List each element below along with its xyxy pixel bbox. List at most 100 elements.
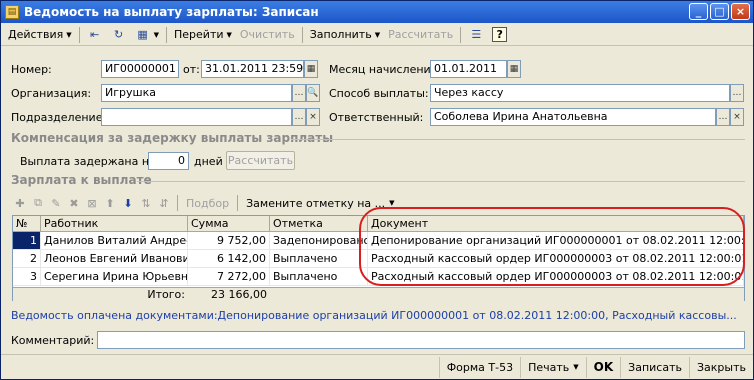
number-label: Номер: xyxy=(11,63,52,76)
calendar-icon[interactable]: ▦ xyxy=(507,60,521,78)
back-button[interactable]: ⇤ xyxy=(83,25,107,44)
compensation-calculate-button[interactable]: Рассчитать xyxy=(226,151,295,170)
compensation-section-title: Компенсация за задержку выплаты зарплаты xyxy=(11,131,334,145)
chevron-down-icon: ▼ xyxy=(374,30,381,39)
toolbar-divider xyxy=(301,26,303,43)
calculate-button[interactable]: Рассчитать xyxy=(384,25,457,44)
select-button[interactable]: Подбор xyxy=(183,197,232,210)
select-ellipsis-icon[interactable]: … xyxy=(716,108,730,126)
arrow-left-icon: ⇤ xyxy=(90,28,100,41)
end-edit-icon[interactable]: ⊠ xyxy=(84,195,100,211)
fill-menu[interactable]: Заполнить ▼ xyxy=(306,25,384,44)
list-settings-icon: ☰ xyxy=(471,28,482,41)
clear-field-icon[interactable]: × xyxy=(306,108,320,126)
calculate-label: Рассчитать xyxy=(388,28,454,41)
edit-row-icon[interactable]: ✎ xyxy=(48,195,64,211)
date-field[interactable]: 31.01.2011 23:59:59 xyxy=(201,60,304,78)
title-bar: ▤ Ведомость на выплату зарплаты: Записан… xyxy=(1,1,753,23)
close-window-button[interactable]: × xyxy=(731,3,750,20)
sum-cell: 7 272,00 xyxy=(188,268,270,285)
sum-cell: 9 752,00 xyxy=(188,232,270,249)
comment-label: Комментарий: xyxy=(11,334,95,347)
select-ellipsis-icon[interactable]: … xyxy=(292,84,306,102)
document-cell: Расходный кассовый ордер ИГ000000003 от … xyxy=(368,250,744,267)
close-button[interactable]: Закрыть xyxy=(689,356,753,378)
worker-cell: Серегина Ирина Юрьевна xyxy=(41,268,188,285)
chevron-down-icon: ▼ xyxy=(226,30,232,39)
sort-asc-icon[interactable]: ⇅ xyxy=(138,195,154,211)
salary-table: № Работник Сумма Отметка Документ 1 Дани… xyxy=(12,215,745,301)
chevron-down-icon: ▼ xyxy=(153,30,159,39)
number-field[interactable]: ИГ00000001 xyxy=(101,60,179,78)
paid-info-link[interactable]: Ведомость оплачена документами:Депониров… xyxy=(11,309,745,322)
mark-cell: Выплачено xyxy=(270,268,368,285)
organization-field[interactable]: Игрушка xyxy=(101,84,292,102)
settings-button[interactable]: ☰ xyxy=(464,25,488,44)
division-label: Подразделение: xyxy=(11,111,107,124)
clear-field-icon[interactable]: × xyxy=(730,108,744,126)
save-button[interactable]: Записать xyxy=(620,356,689,378)
chevron-down-icon: ▼ xyxy=(66,30,72,39)
col-header-worker[interactable]: Работник xyxy=(41,216,188,231)
month-field[interactable]: 01.01.2011 xyxy=(430,60,507,78)
structure-button[interactable]: ▦ ▼ xyxy=(131,25,163,44)
mark-cell: Задепонировано xyxy=(270,232,368,249)
print-menu[interactable]: Печать ▼ xyxy=(520,356,586,378)
salary-section-title: Зарплата к выплате xyxy=(11,173,152,187)
replace-mark-menu[interactable]: Замените отметку на ... ▼ xyxy=(243,197,397,210)
col-header-document[interactable]: Документ xyxy=(368,216,744,231)
actions-label: Действия xyxy=(8,28,64,41)
footer-spacer xyxy=(13,288,41,301)
maximize-button[interactable]: □ xyxy=(710,3,729,20)
open-link-icon[interactable]: 🔍 xyxy=(306,84,320,102)
move-up-icon[interactable]: ⬆ xyxy=(102,195,118,211)
form-label: Форма Т-53 xyxy=(446,360,514,374)
clear-button[interactable]: Очистить xyxy=(236,25,299,44)
payment-method-field[interactable]: Через кассу xyxy=(430,84,730,102)
minimize-button[interactable]: _ xyxy=(689,3,708,20)
actions-menu[interactable]: Действия ▼ xyxy=(4,25,76,44)
bottom-bar: Форма Т-53 Печать ▼ OK Записать Закрыть xyxy=(1,354,753,379)
date-label: от: xyxy=(183,63,200,76)
select-ellipsis-icon[interactable]: … xyxy=(730,84,744,102)
ok-button[interactable]: OK xyxy=(585,356,621,378)
refresh-button[interactable]: ↻ xyxy=(107,25,131,44)
select-ellipsis-icon[interactable]: … xyxy=(292,108,306,126)
document-icon: ▤ xyxy=(5,5,19,19)
move-down-icon[interactable]: ⬇ xyxy=(120,195,136,211)
col-header-number[interactable]: № xyxy=(13,216,41,231)
goto-menu[interactable]: Перейти ▼ xyxy=(170,25,236,44)
sum-cell: 6 142,00 xyxy=(188,250,270,267)
total-label: Итого: xyxy=(147,288,185,301)
toolbar-divider xyxy=(460,26,462,43)
col-header-sum[interactable]: Сумма xyxy=(188,216,270,231)
delay-unit-label: дней xyxy=(194,155,223,168)
add-row-icon[interactable]: ✚ xyxy=(12,195,28,211)
col-header-mark[interactable]: Отметка xyxy=(270,216,368,231)
delay-label: Выплата задержана на: xyxy=(20,155,160,168)
comment-field[interactable] xyxy=(97,331,745,349)
help-button[interactable]: ? xyxy=(488,25,511,44)
section-divider xyxy=(291,139,745,140)
delay-days-field[interactable]: 0 xyxy=(148,152,189,170)
delete-row-icon[interactable]: ✖ xyxy=(66,195,82,211)
table-row[interactable]: 2 Леонов Евгений Иванович 6 142,00 Выпла… xyxy=(13,250,744,268)
table-row[interactable]: 3 Серегина Ирина Юрьевна 7 272,00 Выплач… xyxy=(13,268,744,286)
document-window: ▤ Ведомость на выплату зарплаты: Записан… xyxy=(0,0,754,380)
table-footer: Итого: 23 166,00 xyxy=(13,287,744,301)
sort-desc-icon[interactable]: ⇵ xyxy=(156,195,172,211)
payment-method-label: Способ выплаты: xyxy=(329,87,429,100)
division-field[interactable] xyxy=(101,108,292,126)
table-toolbar: ✚ ⧉ ✎ ✖ ⊠ ⬆ ⬇ ⇅ ⇵ Подбор Замените отметк… xyxy=(12,193,398,213)
copy-row-icon[interactable]: ⧉ xyxy=(30,195,46,211)
goto-label: Перейти xyxy=(174,28,224,41)
form-t53-button[interactable]: Форма Т-53 xyxy=(438,356,520,378)
toolbar-divider xyxy=(177,195,178,211)
responsible-field[interactable]: Соболева Ирина Анатольевна xyxy=(430,108,716,126)
table-row[interactable]: 1 Данилов Виталий Андрее... 9 752,00 Зад… xyxy=(13,232,744,250)
document-cell: Депонирование организаций ИГ000000001 от… xyxy=(368,232,744,249)
row-number: 1 xyxy=(13,232,41,249)
structure-icon: ▦ xyxy=(137,28,148,41)
calendar-icon[interactable]: ▦ xyxy=(304,60,318,78)
row-number: 2 xyxy=(13,250,41,267)
